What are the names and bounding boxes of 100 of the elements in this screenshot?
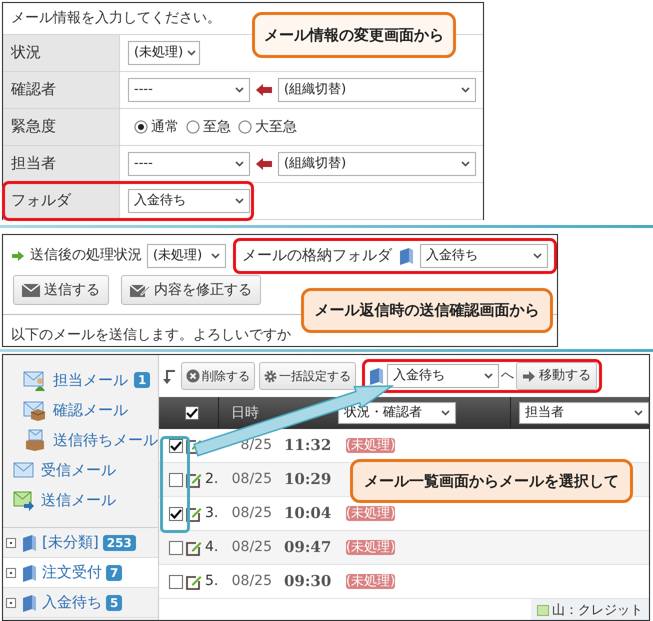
dropdown[interactable]: 担当者: [519, 402, 649, 424]
expand-icon: [6, 598, 16, 608]
left-arrow-icon: [255, 157, 273, 171]
caret-icon: [235, 198, 244, 204]
caret-icon: [235, 161, 244, 167]
bulk-settings-button[interactable]: 一括設定する: [259, 362, 356, 390]
date-text: 08/25: [232, 573, 272, 589]
edit-icon: [186, 574, 202, 590]
row-number: 4.: [205, 538, 218, 557]
radio-button[interactable]: [186, 120, 200, 134]
field-label: 担当者: [11, 154, 56, 172]
count-badge: 1: [134, 372, 150, 388]
expand-icon: [6, 568, 16, 578]
send-button[interactable]: 送信する: [13, 275, 109, 305]
checkbox[interactable]: [169, 540, 183, 554]
envelope-icon: [22, 284, 40, 296]
callout-box: メール返信時の送信確認画面から: [301, 288, 553, 333]
envelope-arrow-icon: [13, 489, 35, 511]
field-label: フォルダ: [11, 191, 71, 209]
radio-button[interactable]: [238, 120, 252, 134]
sidebar-item[interactable]: 確認メール: [3, 395, 158, 425]
checkbox[interactable]: [169, 472, 183, 486]
instruction-text: メール情報を入力してください。: [11, 10, 221, 26]
sidebar-item[interactable]: 送信待ちメール: [3, 425, 158, 455]
checkbox[interactable]: [169, 438, 183, 452]
dropdown[interactable]: (未処理): [147, 244, 226, 268]
dropdown[interactable]: (組織切替): [278, 152, 476, 176]
radio-label: 通常: [151, 118, 179, 136]
caret-icon: [187, 50, 196, 56]
radio-label: 至急: [203, 118, 231, 136]
folder-icon: [20, 534, 38, 552]
checkbox[interactable]: [169, 574, 183, 588]
row-number: 3.: [205, 504, 218, 523]
time-text: 09:47: [284, 538, 332, 556]
dropdown[interactable]: ----: [128, 152, 250, 176]
folder-icon: [20, 564, 38, 582]
select-all-checkbox[interactable]: [185, 406, 199, 420]
folder-item[interactable]: 入金待ち 5: [3, 588, 158, 618]
folder-item[interactable]: 注文受付 7: [3, 558, 158, 588]
field-label: メールの格納フォルダ: [242, 245, 392, 266]
settings-icon: [264, 370, 277, 382]
caret-icon: [211, 252, 220, 258]
delete-button[interactable]: 削除する: [181, 362, 255, 390]
field-label: 送信後の処理状況: [30, 246, 142, 265]
dropdown[interactable]: ----: [128, 78, 250, 102]
check-icon: [186, 408, 198, 418]
edit-icon: [186, 472, 202, 488]
close-circle-icon: [186, 369, 200, 383]
caret-icon: [461, 87, 470, 93]
date-text: 08/25: [232, 471, 272, 487]
caret-icon: [484, 373, 493, 379]
sidebar-item[interactable]: 送信メール: [3, 485, 158, 515]
status-badge: (未処理): [346, 506, 396, 521]
count-badge: 253: [102, 534, 136, 550]
callout-box: メール情報の変更画面から: [252, 12, 456, 58]
dropdown[interactable]: 入金待ち: [420, 244, 548, 268]
to-label: へ: [501, 367, 514, 386]
envelope-box-icon: [23, 399, 47, 421]
caret-icon: [235, 87, 244, 93]
caret-icon: [461, 161, 470, 167]
edit-icon: [186, 506, 202, 522]
date-text: 08/25: [232, 505, 272, 521]
dropdown[interactable]: (未処理): [128, 41, 200, 65]
time-text: 11:32: [284, 436, 332, 454]
status-badge: (未処理): [346, 540, 396, 555]
edit-button[interactable]: 内容を修正する: [121, 275, 261, 305]
callout-box: メール一覧画面からメールを選択して: [350, 459, 633, 503]
row-number: 5.: [205, 572, 218, 591]
left-arrow-icon: [255, 83, 273, 97]
status-badge: (未処理): [346, 574, 396, 589]
return-arrow-icon: [163, 368, 177, 384]
time-text: 09:30: [284, 572, 332, 590]
check-icon: [170, 440, 182, 450]
row-number: 2.: [205, 470, 218, 489]
radio-label: 大至急: [255, 118, 297, 136]
move-button[interactable]: 移動する: [516, 362, 597, 390]
edit-icon: [186, 540, 202, 556]
column-header: 日時: [231, 404, 260, 420]
folder-icon: [367, 367, 385, 385]
radio-button[interactable]: [134, 120, 148, 134]
caret-icon: [441, 410, 450, 416]
legend-square-icon: [537, 605, 549, 616]
right-arrow-icon: [522, 370, 535, 382]
dropdown[interactable]: 入金待ち: [387, 364, 499, 388]
envelope-person-icon: [23, 369, 47, 391]
dropdown[interactable]: (組織切替): [278, 78, 476, 102]
count-badge: 7: [106, 564, 122, 580]
date-text: 08/25: [232, 539, 272, 555]
time-text: 10:29: [284, 470, 332, 488]
sidebar-item[interactable]: 受信メール: [3, 455, 158, 485]
time-text: 10:04: [284, 504, 332, 522]
check-icon: [170, 508, 182, 518]
right-arrow-icon: [11, 250, 25, 262]
message-text: 以下のメールを送信します。よろしいですか: [11, 327, 291, 343]
dropdown[interactable]: 入金待ち: [128, 189, 250, 213]
caret-icon: [634, 410, 643, 416]
sidebar-item[interactable]: 担当メール 1: [3, 365, 158, 395]
legend-text: 山：クレジット: [552, 602, 643, 620]
checkbox[interactable]: [169, 506, 183, 520]
field-label: 状況: [11, 43, 41, 61]
